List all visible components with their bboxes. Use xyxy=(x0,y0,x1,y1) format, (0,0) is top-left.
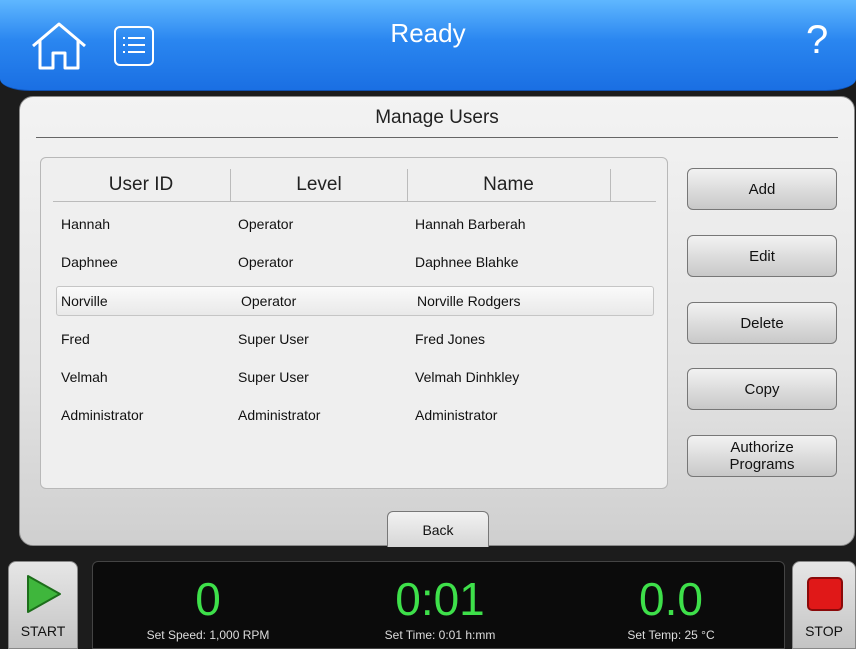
help-icon: ? xyxy=(806,18,829,62)
cell-level: Operator xyxy=(238,254,294,270)
edit-button-label: Edit xyxy=(749,247,775,265)
help-button[interactable]: ? xyxy=(806,18,828,63)
start-button[interactable]: START xyxy=(8,561,78,649)
speed-readout: 0 xyxy=(195,573,221,625)
page-title: Manage Users xyxy=(375,107,499,128)
cell-level: Super User xyxy=(238,331,309,347)
cell-user-id: Administrator xyxy=(61,407,144,423)
cell-name: Daphnee Blahke xyxy=(415,254,519,270)
cell-name: Hannah Barberah xyxy=(415,216,526,232)
users-table: User ID Level Name Hannah Operator Hanna… xyxy=(40,157,668,489)
title-divider xyxy=(36,137,838,138)
edit-button[interactable]: Edit xyxy=(687,235,837,277)
status-title: Ready xyxy=(390,18,466,48)
table-row[interactable]: Hannah Operator Hannah Barberah xyxy=(56,209,654,239)
table-row[interactable]: Daphnee Operator Daphnee Blahke xyxy=(56,247,654,277)
authorize-label-line1: Authorize xyxy=(730,439,794,456)
authorize-label-line2: Programs xyxy=(729,456,795,473)
delete-button[interactable]: Delete xyxy=(687,302,837,344)
cell-level: Administrator xyxy=(238,407,321,423)
column-divider xyxy=(610,169,611,201)
cell-name: Velmah Dinhkley xyxy=(415,369,520,385)
cell-name: Norville Rodgers xyxy=(417,293,521,309)
cell-user-id: Velmah xyxy=(61,369,108,385)
copy-button[interactable]: Copy xyxy=(687,368,837,410)
play-icon xyxy=(27,575,61,613)
header-divider xyxy=(53,201,656,202)
cell-user-id: Hannah xyxy=(61,216,111,232)
manage-users-panel: Manage Users User ID Level Name Hannah O… xyxy=(19,96,855,547)
cell-user-id: Norville xyxy=(61,293,108,309)
back-button-label: Back xyxy=(422,522,454,538)
add-button-label: Add xyxy=(748,180,776,198)
table-row[interactable]: Fred Super User Fred Jones xyxy=(56,324,654,354)
time-readout: 0:01 xyxy=(395,573,485,625)
column-header-level[interactable]: Level xyxy=(231,169,407,201)
cell-level: Operator xyxy=(241,293,297,309)
table-row[interactable]: Administrator Administrator Administrato… xyxy=(56,400,654,430)
column-header-user-id[interactable]: User ID xyxy=(53,169,229,201)
authorize-programs-button[interactable]: Authorize Programs xyxy=(687,435,837,477)
cell-level: Operator xyxy=(238,216,294,232)
delete-button-label: Delete xyxy=(740,314,784,332)
cell-name: Fred Jones xyxy=(415,331,486,347)
run-display: 0 Set Speed: 1,000 RPM 0:01 Set Time: 0:… xyxy=(92,561,785,649)
back-button[interactable]: Back xyxy=(387,511,489,547)
stop-label: STOP xyxy=(805,623,843,639)
set-time-label: Set Time: 0:01 h:mm xyxy=(384,628,496,642)
table-row[interactable]: Velmah Super User Velmah Dinhkley xyxy=(56,362,654,392)
set-speed-label: Set Speed: 1,000 RPM xyxy=(146,628,270,642)
temp-readout: 0.0 xyxy=(639,573,703,625)
header-bar: Ready ? xyxy=(0,0,856,91)
start-label: START xyxy=(20,623,66,639)
cell-level: Super User xyxy=(238,369,309,385)
cell-user-id: Daphnee xyxy=(61,254,118,270)
copy-button-label: Copy xyxy=(744,380,780,398)
stop-button[interactable]: STOP xyxy=(792,561,856,649)
add-button[interactable]: Add xyxy=(687,168,837,210)
table-row-selected[interactable]: Norville Operator Norville Rodgers xyxy=(56,286,654,316)
cell-user-id: Fred xyxy=(61,331,90,347)
set-temp-label: Set Temp: 25 °C xyxy=(627,628,715,642)
column-header-name[interactable]: Name xyxy=(408,169,609,201)
cell-name: Administrator xyxy=(415,407,498,423)
stop-icon xyxy=(807,577,843,611)
